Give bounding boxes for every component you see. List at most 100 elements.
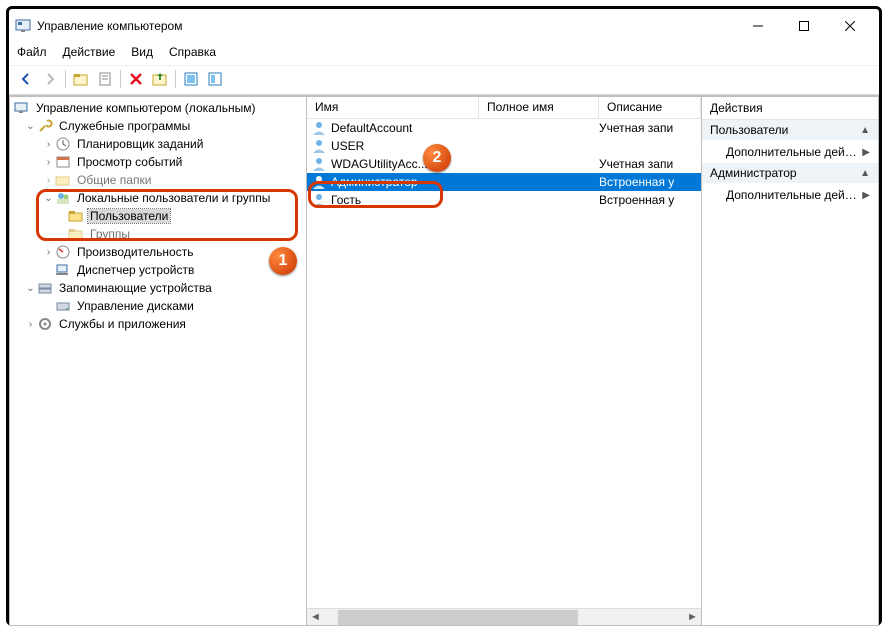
list-row[interactable]: DefaultAccount Учетная запи xyxy=(307,119,701,137)
titlebar: Управление компьютером xyxy=(9,9,879,43)
computer-icon xyxy=(14,100,30,116)
actions-group-admin[interactable]: Администратор ▲ xyxy=(702,163,878,184)
close-button[interactable] xyxy=(827,11,873,41)
up-button[interactable] xyxy=(70,68,92,90)
tree-root-label: Управление компьютером (локальным) xyxy=(34,101,258,115)
user-icon xyxy=(311,192,327,208)
action-more-users-label: Дополнительные дей… xyxy=(726,145,857,159)
app-icon xyxy=(15,18,31,34)
window-title: Управление компьютером xyxy=(37,19,182,33)
tree-sharedfolders[interactable]: › Общие папки xyxy=(10,171,306,189)
event-icon xyxy=(55,154,71,170)
user-icon xyxy=(311,174,327,190)
menubar: Файл Действие Вид Справка xyxy=(9,43,879,65)
callout-number-1: 1 xyxy=(269,247,297,275)
user-icon xyxy=(311,120,327,136)
toolbar xyxy=(9,65,879,95)
twisty-closed-icon: › xyxy=(42,175,55,186)
user-icon xyxy=(311,156,327,172)
separator xyxy=(120,70,121,88)
separator xyxy=(175,70,176,88)
cell-desc: Встроенная у xyxy=(599,175,701,189)
twisty-open-icon: ⌄ xyxy=(42,193,55,204)
cell-desc: Встроенная у xyxy=(599,193,701,207)
tree-groups[interactable]: Группы xyxy=(10,225,306,243)
delete-button[interactable] xyxy=(125,68,147,90)
disk-icon xyxy=(55,298,71,314)
menu-view[interactable]: Вид xyxy=(131,45,153,59)
tree-scheduler-label: Планировщик заданий xyxy=(75,137,205,151)
tree-localusers[interactable]: ⌄ Локальные пользователи и группы xyxy=(10,189,306,207)
tree-users-label: Пользователи xyxy=(88,209,170,223)
help-button[interactable] xyxy=(204,68,226,90)
cell-name: USER xyxy=(331,139,364,153)
storage-icon xyxy=(37,280,53,296)
column-fullname[interactable]: Полное имя xyxy=(479,97,599,118)
chevron-right-icon: ▶ xyxy=(862,190,870,201)
tree-diskmgr-label: Управление дисками xyxy=(75,299,196,313)
list-row[interactable]: WDAGUtilityAcc... Учетная запи xyxy=(307,155,701,173)
tree-localusers-label: Локальные пользователи и группы xyxy=(75,191,272,205)
tree-performance[interactable]: › Производительность xyxy=(10,243,306,261)
tools-icon xyxy=(37,118,53,134)
collapse-icon: ▲ xyxy=(860,168,870,179)
tree-storage[interactable]: ⌄ Запоминающие устройства xyxy=(10,279,306,297)
tree-services[interactable]: › Службы и приложения xyxy=(10,315,306,333)
list-header: Имя Полное имя Описание xyxy=(307,97,701,119)
tree-groups-label: Группы xyxy=(88,227,132,241)
forward-button[interactable] xyxy=(39,68,61,90)
chevron-right-icon: ▶ xyxy=(862,147,870,158)
tree-scheduler[interactable]: › Планировщик заданий xyxy=(10,135,306,153)
clock-icon xyxy=(55,136,71,152)
list-row-selected[interactable]: Администратор Встроенная у xyxy=(307,173,701,191)
twisty-closed-icon: › xyxy=(42,247,55,258)
folder-icon xyxy=(68,226,84,242)
properties-button[interactable] xyxy=(94,68,116,90)
callout-number-2: 2 xyxy=(423,144,451,172)
horizontal-scrollbar[interactable]: ◄ ► xyxy=(307,608,701,625)
collapse-icon: ▲ xyxy=(860,125,870,136)
tree-devmgr-label: Диспетчер устройств xyxy=(75,263,196,277)
minimize-button[interactable] xyxy=(735,11,781,41)
scroll-right-icon[interactable]: ► xyxy=(684,611,701,623)
performance-icon xyxy=(55,244,71,260)
list-pane: Имя Полное имя Описание DefaultAccount У… xyxy=(306,96,701,626)
action-more-users[interactable]: Дополнительные дей… ▶ xyxy=(702,141,878,163)
tree-eventviewer[interactable]: › Просмотр событий xyxy=(10,153,306,171)
tree-root[interactable]: Управление компьютером (локальным) xyxy=(10,99,306,117)
menu-help[interactable]: Справка xyxy=(169,45,216,59)
tree-services-label: Службы и приложения xyxy=(57,317,188,331)
list-row[interactable]: Гость Встроенная у xyxy=(307,191,701,209)
refresh-button[interactable] xyxy=(180,68,202,90)
actions-group-admin-label: Администратор xyxy=(710,166,797,180)
tree-devmgr[interactable]: Диспетчер устройств xyxy=(10,261,306,279)
cell-desc: Учетная запи xyxy=(599,157,701,171)
services-icon xyxy=(37,316,53,332)
tree-users[interactable]: Пользователи xyxy=(10,207,306,225)
folder-share-icon xyxy=(55,172,71,188)
column-description[interactable]: Описание xyxy=(599,97,701,118)
tree-eventviewer-label: Просмотр событий xyxy=(75,155,184,169)
scroll-left-icon[interactable]: ◄ xyxy=(307,611,324,623)
menu-action[interactable]: Действие xyxy=(63,45,116,59)
maximize-button[interactable] xyxy=(781,11,827,41)
tree-diskmgr[interactable]: Управление дисками xyxy=(10,297,306,315)
cell-name: Администратор xyxy=(331,175,418,189)
twisty-open-icon: ⌄ xyxy=(24,283,37,294)
menu-file[interactable]: Файл xyxy=(17,45,47,59)
export-button[interactable] xyxy=(149,68,171,90)
tree-performance-label: Производительность xyxy=(75,245,195,259)
back-button[interactable] xyxy=(15,68,37,90)
tree-pane: Управление компьютером (локальным) ⌄ Слу… xyxy=(9,96,306,626)
tree-utilities[interactable]: ⌄ Служебные программы xyxy=(10,117,306,135)
list-body: DefaultAccount Учетная запи USER WDAGUti… xyxy=(307,119,701,608)
column-name[interactable]: Имя xyxy=(307,97,479,118)
scroll-thumb[interactable] xyxy=(338,610,578,625)
device-icon xyxy=(55,262,71,278)
action-more-admin[interactable]: Дополнительные дей… ▶ xyxy=(702,184,878,206)
twisty-closed-icon: › xyxy=(24,319,37,330)
separator xyxy=(65,70,66,88)
user-icon xyxy=(311,138,327,154)
list-row[interactable]: USER xyxy=(307,137,701,155)
actions-group-users[interactable]: Пользователи ▲ xyxy=(702,120,878,141)
